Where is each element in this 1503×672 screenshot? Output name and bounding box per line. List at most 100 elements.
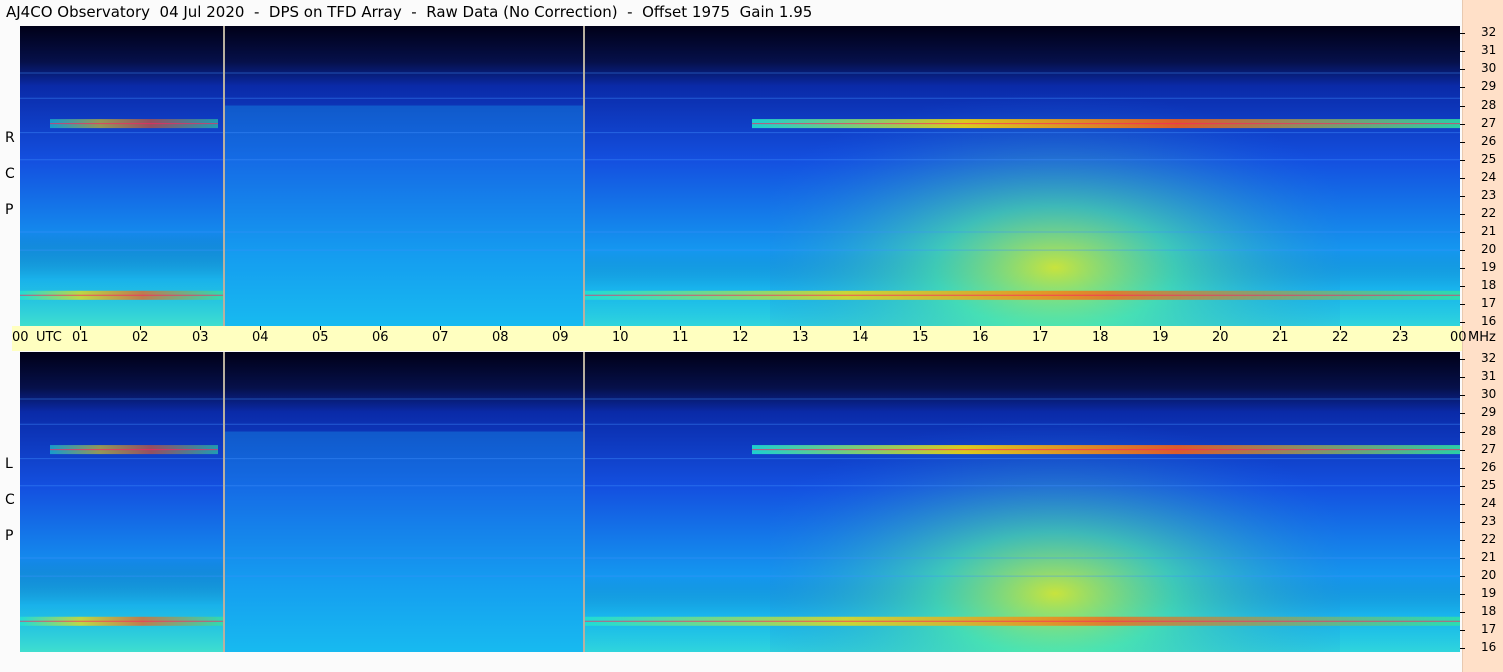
mhz-tick-label: 20 <box>1481 568 1497 583</box>
axis-tick <box>1460 250 1465 252</box>
chart-title: AJ4CO Observatory 04 Jul 2020 - DPS on T… <box>6 3 813 21</box>
mhz-tick-label: 30 <box>1481 387 1497 402</box>
mhz-tick-label: 17 <box>1481 622 1497 637</box>
mhz-tick-label: 31 <box>1481 369 1497 384</box>
utc-unit-label: UTC <box>36 330 62 345</box>
axis-tick <box>1460 322 1465 324</box>
lcp-spectrogram <box>20 352 1460 652</box>
utc-hour-label: 11 <box>672 330 689 345</box>
utc-hour-label: 18 <box>1092 330 1109 345</box>
utc-hour-label: 21 <box>1272 330 1289 345</box>
daytime-enhancement <box>770 33 1340 326</box>
mhz-tick-label: 27 <box>1481 115 1497 130</box>
axis-tick <box>1460 195 1465 197</box>
mhz-tick-label: 23 <box>1481 187 1497 202</box>
mhz-tick-label: 27 <box>1481 441 1497 456</box>
mhz-tick-label: 25 <box>1481 477 1497 492</box>
mhz-tick-label: 17 <box>1481 296 1497 311</box>
axis-tick <box>1460 232 1465 234</box>
utc-hour-label: 04 <box>252 330 269 345</box>
axis-tick <box>1460 576 1465 578</box>
rcp-spectrogram <box>20 26 1460 326</box>
utc-hour-label: 23 <box>1392 330 1409 345</box>
axis-tick <box>1460 594 1465 596</box>
mhz-tick-label: 31 <box>1481 43 1497 58</box>
mhz-tick-label: 16 <box>1481 314 1497 329</box>
mhz-unit-label: MHz <box>1468 330 1496 345</box>
axis-tick <box>1460 395 1465 397</box>
axis-tick <box>1460 51 1465 53</box>
axis-tick <box>1460 286 1465 288</box>
axis-tick <box>1460 359 1465 361</box>
utc-hour-label: 03 <box>192 330 209 345</box>
mhz-tick-label: 18 <box>1481 278 1497 293</box>
axis-tick <box>1460 268 1465 270</box>
daytime-enhancement <box>770 359 1340 652</box>
utc-hour-label: 15 <box>912 330 929 345</box>
mhz-tick-label: 26 <box>1481 459 1497 474</box>
mhz-tick-label: 16 <box>1481 640 1497 655</box>
axis-tick <box>1460 431 1465 433</box>
mhz-tick-label: 26 <box>1481 133 1497 148</box>
lcp-label-letter: C <box>5 492 15 508</box>
axis-tick <box>1460 467 1465 469</box>
mhz-tick-label: 18 <box>1481 604 1497 619</box>
mhz-tick-label: 23 <box>1481 513 1497 528</box>
utc-hour-label: 10 <box>612 330 629 345</box>
rcp-label-letter: C <box>5 166 15 182</box>
axis-tick <box>1460 485 1465 487</box>
night-enhancement <box>20 232 224 326</box>
utc-hour-label: 16 <box>972 330 989 345</box>
mhz-tick-label: 24 <box>1481 169 1497 184</box>
rcp-label-letter: P <box>5 202 14 218</box>
axis-tick <box>1460 33 1465 35</box>
mhz-tick-label: 29 <box>1481 79 1497 94</box>
utc-hour-label: 12 <box>732 330 749 345</box>
axis-tick <box>1460 159 1465 161</box>
axis-tick <box>1460 213 1465 215</box>
night-enhancement <box>20 558 224 652</box>
utc-hour-label: 09 <box>552 330 569 345</box>
utc-hour-label: 17 <box>1032 330 1049 345</box>
axis-tick <box>1460 413 1465 415</box>
rcp-label-letter: R <box>5 130 15 146</box>
axis-tick <box>1460 612 1465 614</box>
axis-tick <box>1460 87 1465 89</box>
axis-tick <box>1460 539 1465 541</box>
mhz-tick-label: 20 <box>1481 242 1497 257</box>
midday-fill <box>224 105 584 326</box>
axis-tick <box>1460 141 1465 143</box>
utc-hour-label: 22 <box>1332 330 1349 345</box>
axis-tick <box>1460 69 1465 71</box>
axis-tick <box>1460 503 1465 505</box>
lcp-label-letter: L <box>5 456 13 472</box>
axis-tick <box>1460 304 1465 306</box>
mhz-tick-label: 25 <box>1481 151 1497 166</box>
utc-hour-label: 05 <box>312 330 329 345</box>
utc-hour-label: 19 <box>1152 330 1169 345</box>
mhz-tick-label: 30 <box>1481 61 1497 76</box>
mhz-tick-label: 19 <box>1481 586 1497 601</box>
utc-hour-label: 13 <box>792 330 809 345</box>
axis-tick <box>1460 449 1465 451</box>
mhz-tick-label: 32 <box>1481 351 1497 366</box>
axis-tick <box>1460 630 1465 632</box>
utc-hour-label: 20 <box>1212 330 1229 345</box>
mhz-tick-label: 28 <box>1481 97 1497 112</box>
mhz-tick-label: 19 <box>1481 260 1497 275</box>
axis-tick <box>1460 377 1465 379</box>
utc-hour-label: 01 <box>72 330 89 345</box>
utc-hour-label: 06 <box>372 330 389 345</box>
midday-fill <box>224 431 584 652</box>
axis-tick <box>1460 648 1465 650</box>
utc-hour-label: 02 <box>132 330 149 345</box>
utc-hour-label: 07 <box>432 330 449 345</box>
mhz-tick-label: 28 <box>1481 423 1497 438</box>
mhz-tick-label: 22 <box>1481 205 1497 220</box>
mhz-tick-label: 29 <box>1481 405 1497 420</box>
axis-tick <box>1460 558 1465 560</box>
utc-hour-label: 08 <box>492 330 509 345</box>
mhz-tick-label: 21 <box>1481 550 1497 565</box>
mhz-tick-label: 24 <box>1481 495 1497 510</box>
utc-hour-label: 14 <box>852 330 869 345</box>
